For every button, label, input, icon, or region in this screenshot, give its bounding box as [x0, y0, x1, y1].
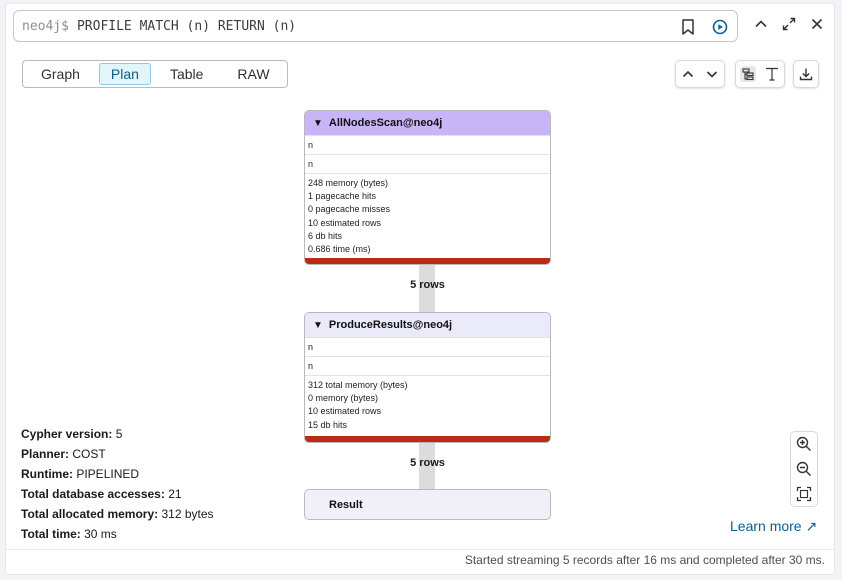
stat-pagecache-hits: 1 pagecache hits	[308, 191, 377, 202]
summary-planner: Planner: COST	[21, 447, 106, 461]
node-title: AllNodesScan@neo4j	[328, 117, 443, 129]
footer-divider	[6, 549, 834, 550]
query-text[interactable]: PROFILE MATCH (n) RETURN (n)	[77, 19, 296, 34]
learn-more-link[interactable]: Learn more ↗	[730, 518, 817, 535]
fullscreen-icon[interactable]	[778, 13, 800, 35]
tab-plan[interactable]: Plan	[98, 63, 151, 85]
cost-bar	[305, 258, 550, 264]
stat-db-hits: 15 db hits	[308, 419, 348, 430]
summary-db-accesses: Total database accesses: 21	[21, 487, 182, 501]
node-header[interactable]: ▼ ProduceResults@neo4j	[305, 313, 550, 337]
chevron-down-icon[interactable]	[705, 67, 719, 81]
text-icon[interactable]	[764, 66, 780, 82]
stat-estimated-rows: 10 estimated rows	[308, 217, 382, 228]
run-icon[interactable]	[709, 16, 731, 38]
query-summary: Cypher version: 5 Planner: COST Runtime:…	[21, 424, 214, 544]
tree-icon[interactable]	[740, 66, 756, 82]
stat-memory: 248 memory (bytes)	[308, 178, 389, 188]
stat-time: 0.686 time (ms)	[308, 244, 371, 255]
stat-db-hits: 6 db hits	[308, 230, 343, 241]
close-icon[interactable]	[806, 13, 828, 35]
summary-allocated-memory: Total allocated memory: 312 bytes	[21, 507, 214, 521]
status-text: Started streaming 5 records after 16 ms …	[464, 553, 825, 567]
zoom-controls	[790, 431, 818, 507]
node-header: Result	[305, 490, 550, 519]
node-title: ProduceResults@neo4j	[328, 319, 453, 331]
chevron-up-icon[interactable]	[681, 67, 695, 81]
plan-node-result[interactable]: Result	[304, 489, 551, 520]
stat-estimated-rows: 10 estimated rows	[308, 406, 382, 417]
plan-node-produceresults[interactable]: ▼ ProduceResults@neo4j n n 312 total mem…	[304, 312, 551, 443]
tab-raw[interactable]: RAW	[222, 63, 284, 85]
stat-total-memory: 312 total memory (bytes)	[308, 380, 408, 390]
plan-nav-group	[675, 60, 725, 88]
stat-memory: 0 memory (bytes)	[308, 393, 379, 404]
edge-rows-label: 5 rows	[410, 279, 445, 291]
tab-table[interactable]: Table	[155, 63, 218, 85]
query-editor[interactable]: neo4j$ PROFILE MATCH (n) RETURN (n)	[13, 10, 738, 42]
summary-total-time: Total time: 30 ms	[21, 527, 117, 541]
node-details: n	[305, 356, 550, 375]
download-icon[interactable]	[799, 67, 813, 81]
tab-graph[interactable]: Graph	[26, 63, 95, 85]
plan-node-allnodesscan[interactable]: ▼ AllNodesScan@neo4j n n 248 memory (byt…	[304, 110, 551, 265]
stat-pagecache-misses: 0 pagecache misses	[308, 204, 391, 215]
edge-rows-label: 5 rows	[410, 457, 445, 469]
cost-bar	[305, 436, 550, 442]
fit-to-screen-icon[interactable]	[796, 486, 812, 502]
node-identifiers: n	[305, 135, 550, 154]
node-identifiers: n	[305, 337, 550, 356]
view-tabs: Graph Plan Table RAW	[22, 60, 288, 88]
zoom-out-icon[interactable]	[796, 461, 812, 477]
plan-display-group	[735, 60, 785, 88]
collapse-triangle-icon[interactable]: ▼	[313, 118, 323, 129]
download-group	[793, 60, 819, 88]
summary-cypher-version: Cypher version: 5	[21, 427, 123, 441]
node-stats: 248 memory (bytes) 1 pagecache hits 0 pa…	[305, 173, 550, 260]
node-details: n	[305, 154, 550, 173]
collapse-triangle-icon[interactable]: ▼	[313, 320, 323, 331]
bookmark-icon[interactable]	[677, 16, 699, 38]
zoom-in-icon[interactable]	[796, 436, 812, 452]
node-header[interactable]: ▼ AllNodesScan@neo4j	[305, 111, 550, 135]
collapse-icon[interactable]	[750, 13, 772, 35]
editor-prompt: neo4j$	[22, 18, 69, 34]
node-title: Result	[329, 498, 363, 511]
node-stats: 312 total memory (bytes) 0 memory (bytes…	[305, 375, 550, 436]
summary-runtime: Runtime: PIPELINED	[21, 467, 140, 481]
